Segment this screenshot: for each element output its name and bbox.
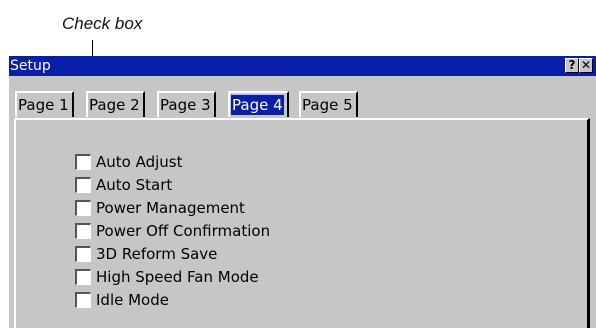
tab-label: Page 3	[160, 96, 211, 114]
auto-start-checkbox[interactable]	[75, 177, 91, 193]
tab-label: Page 5	[302, 96, 353, 114]
power-management-checkbox[interactable]	[75, 200, 91, 216]
idle-mode-checkbox[interactable]	[75, 292, 91, 308]
option-label: Auto Start	[96, 176, 173, 194]
tab-page-1[interactable]: Page 1	[15, 91, 74, 117]
help-button[interactable]: ?	[565, 58, 579, 73]
tab-page-2[interactable]: Page 2	[86, 91, 145, 117]
check-box-callout-label: Check box	[62, 14, 143, 33]
option-label: Idle Mode	[96, 291, 169, 309]
power-off-confirmation-checkbox[interactable]	[75, 223, 91, 239]
tab-page-4[interactable]: Page 4	[228, 91, 289, 117]
high-speed-fan-mode-checkbox[interactable]	[75, 269, 91, 285]
close-icon: ✕	[580, 58, 592, 72]
option-label: Power Management	[96, 199, 245, 217]
option-label: 3D Reform Save	[96, 245, 218, 263]
setup-dialog: Setup ? ✕ Page 1 Page 2 Page 3 Page 4 Pa…	[9, 56, 596, 328]
option-label: High Speed Fan Mode	[96, 268, 259, 286]
tab-page-3[interactable]: Page 3	[157, 91, 216, 117]
help-icon: ?	[568, 58, 576, 72]
auto-adjust-checkbox[interactable]	[75, 154, 91, 170]
tab-label: Page 2	[89, 96, 140, 114]
option-label: Power Off Confirmation	[96, 222, 271, 240]
tab-label: Page 4	[231, 95, 284, 115]
title-bar[interactable]: Setup ? ✕	[9, 56, 596, 76]
tab-label: Page 1	[18, 96, 69, 114]
manual-figure: Check box Setup ? ✕ Page 1 Page 2 Page 3…	[0, 0, 596, 328]
tab-page-5[interactable]: Page 5	[299, 91, 358, 117]
3d-reform-save-checkbox[interactable]	[75, 246, 91, 262]
option-label: Auto Adjust	[96, 153, 183, 171]
close-button[interactable]: ✕	[579, 58, 593, 73]
window-title: Setup	[10, 58, 51, 74]
